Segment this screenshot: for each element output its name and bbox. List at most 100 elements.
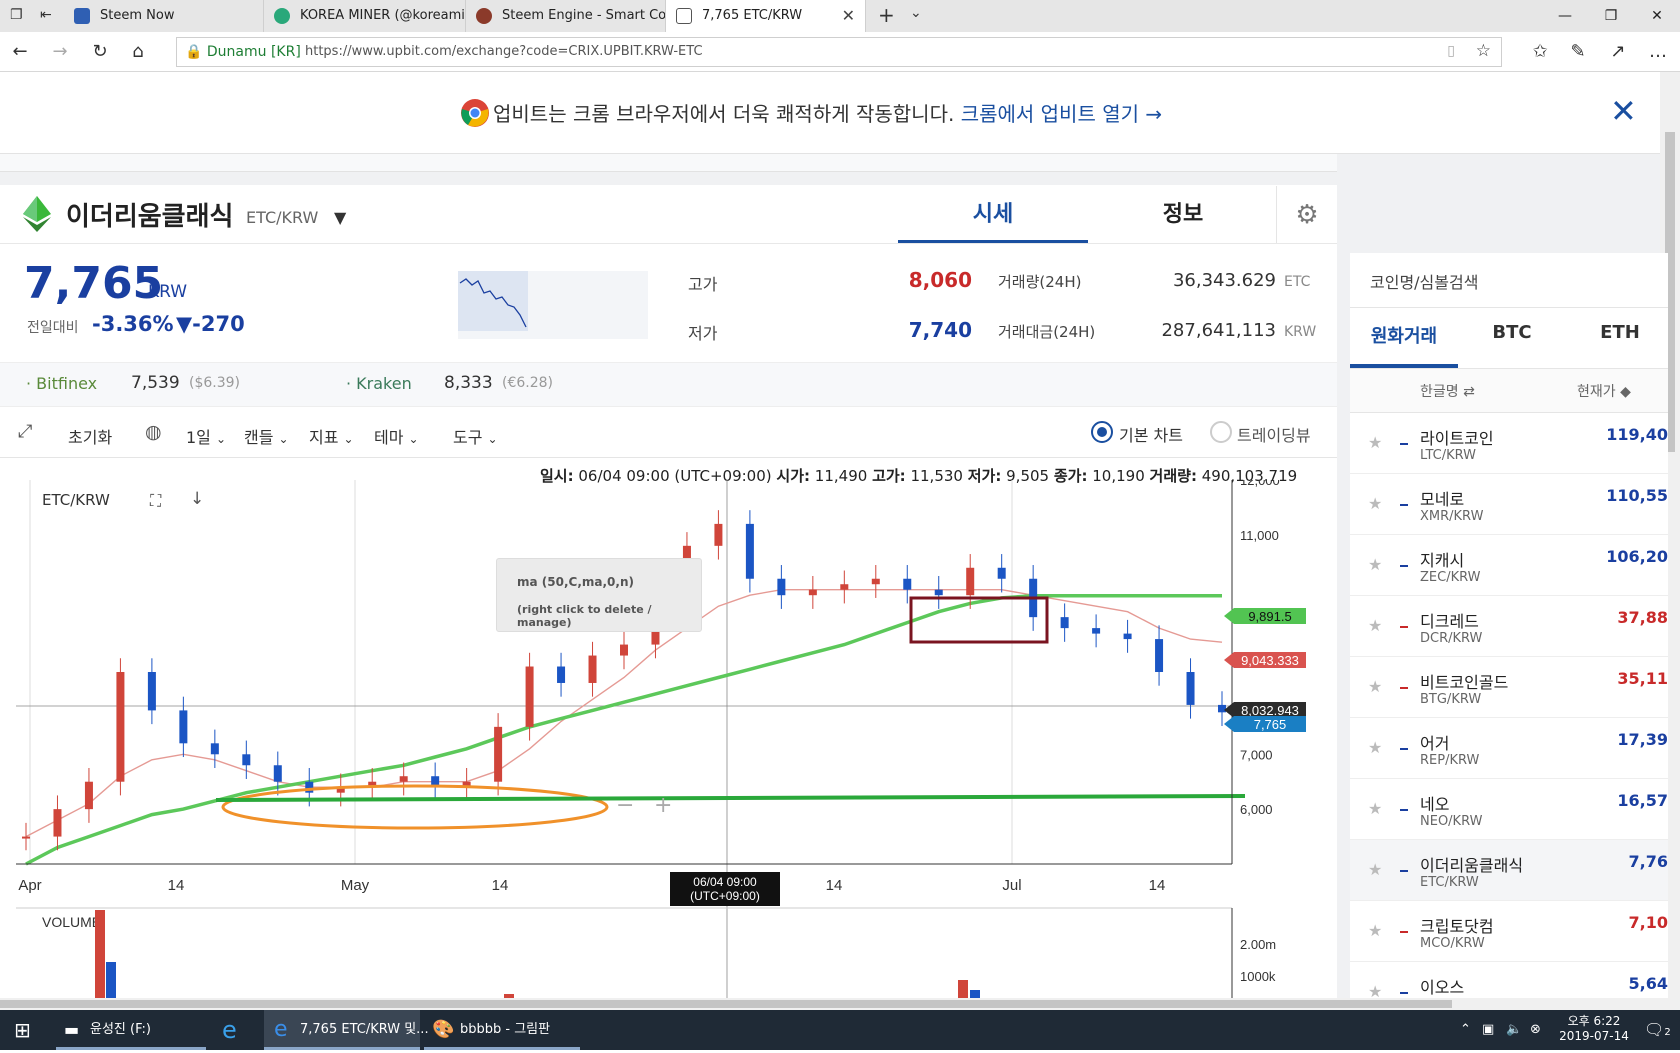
exchange-bitfinex: · Bitfinex [26,374,98,393]
tools-select[interactable]: 도구 ⌄ [453,424,498,448]
coin-row[interactable]: ★ 비트코인골드 BTG/KRW 35,11 [1350,657,1668,718]
ie-icon[interactable]: e [222,1010,237,1050]
coin-search[interactable]: 코인명/심볼검색 [1350,253,1668,308]
basic-chart-radio[interactable] [1091,421,1113,443]
tab-btc-market[interactable]: BTC [1458,322,1566,343]
tab-upbit-etc[interactable]: 7,765 ETC/KRW ✕ [666,0,866,32]
volume-bar [106,962,116,998]
taskbar-edge[interactable]: e 7,765 ETC/KRW 및... [264,1010,429,1050]
basic-chart-label[interactable]: 기본 차트 [1119,422,1183,446]
candle-body [147,672,156,711]
taskbar-paint[interactable]: 🎨 bbbbb - 그림판 [424,1010,580,1050]
site-identity[interactable]: 🔒 Dunamu [KR] [185,38,301,66]
globe-icon[interactable]: ◍ [145,421,162,443]
horizontal-scrollbar[interactable] [0,998,1680,1010]
tray-chevron-icon[interactable]: ⌃ [1460,1010,1471,1050]
minimize-icon[interactable]: — [1542,0,1588,32]
price-tag-label: 9,043.333 [1241,653,1299,668]
favorite-star-icon[interactable]: ★ [1368,616,1382,635]
chevron-down-icon[interactable]: ⌄ [910,5,922,21]
share-icon[interactable]: ↗ [1604,38,1632,66]
taskbar-drive[interactable]: ▬ 윤성진 (F:) [56,1010,206,1050]
download-icon[interactable]: ↓ [190,489,204,509]
volume-24h-unit: ETC [1284,274,1311,290]
favorite-star-icon[interactable]: ★ [1368,799,1382,818]
coin-name: 어거 [1420,734,1450,753]
favorite-star-icon[interactable]: ★ [1368,494,1382,513]
theme-select[interactable]: 테마 ⌄ [374,424,419,448]
address-field[interactable]: 🔒 Dunamu [KR] https://www.upbit.com/exch… [176,37,1502,67]
trend-mark [1400,748,1408,750]
candle-body [273,765,282,782]
candle-body [210,743,219,755]
tab-korea-miner[interactable]: KOREA MINER (@koreamine [264,0,466,32]
candle-body [557,666,566,683]
coin-row[interactable]: ★ 지캐시 ZEC/KRW 106,20 [1350,535,1668,596]
start-windows-icon[interactable]: ⊞ [14,1010,31,1050]
indicator-select[interactable]: 지표 ⌄ [309,424,354,448]
coin-row[interactable]: ★ 라이트코인 LTC/KRW 119,40 [1350,413,1668,474]
home-icon[interactable]: ⌂ [124,38,152,66]
close-tab-icon[interactable]: ✕ [842,0,855,32]
korea-miner-icon [274,8,290,24]
back-icon[interactable]: ← [6,38,34,66]
battery-icon[interactable]: ⊗ [1530,1010,1541,1050]
fullscreen-icon[interactable]: ⤢ [18,421,32,442]
tab-title: Steem Now [100,8,175,23]
reset-button[interactable]: 초기화 [68,424,112,448]
open-in-chrome-link[interactable]: 크롬에서 업비트 열기 → [961,102,1162,126]
favorite-star-icon[interactable]: ☆ [1476,41,1491,61]
expand-chart-icon[interactable]: ⛶ [150,491,161,511]
favorites-icon[interactable]: ✩ [1526,38,1554,66]
coin-dropdown-icon[interactable]: ▼ [334,208,346,227]
tab-price[interactable]: 시세 [898,196,1088,228]
y-tick-label: 12,000 [1240,480,1280,488]
settings-gear-icon[interactable]: ⚙ [1276,186,1337,244]
tab-eth-market[interactable]: ETH [1566,322,1674,343]
more-icon[interactable]: … [1644,38,1672,66]
tab-actions-icon[interactable]: ❐ [10,7,23,23]
coin-row[interactable]: ★ 크립토닷컴 MCO/KRW 7,10 [1350,901,1668,962]
reading-view-icon[interactable]: ▯ [1447,43,1455,59]
favorite-star-icon[interactable]: ★ [1368,921,1382,940]
coin-row[interactable]: ★ 어거 REP/KRW 17,39 [1350,718,1668,779]
favorite-star-icon[interactable]: ★ [1368,860,1382,879]
notification-icon[interactable]: 🗨2 [1644,1010,1671,1050]
tab-steem-now[interactable]: Steem Now [64,0,264,32]
forward-icon[interactable]: → [46,38,74,66]
clock[interactable]: 오후 6:22 2019-07-14 [1554,1012,1634,1043]
coin-symbol: MCO/KRW [1420,936,1485,951]
interval-select[interactable]: 1일 ⌄ [186,424,226,448]
zoom-out-icon: − [616,793,634,818]
window-close-icon[interactable]: ✕ [1634,0,1680,32]
favorite-star-icon[interactable]: ★ [1368,433,1382,452]
edge-icon: e [274,1017,288,1042]
tradingview-radio[interactable] [1210,421,1232,443]
tradingview-label[interactable]: 트레이딩뷰 [1237,422,1311,446]
favorite-star-icon[interactable]: ★ [1368,555,1382,574]
new-tab-icon[interactable]: + [878,3,895,27]
coin-row[interactable]: ★ 이더리움클래식 ETC/KRW 7,76 [1350,840,1668,901]
restore-icon[interactable]: ❐ [1588,0,1634,32]
hscroll-thumb[interactable] [0,1000,1452,1008]
coin-row[interactable]: ★ 네오 NEO/KRW 16,57 [1350,779,1668,840]
close-notice-icon[interactable]: ✕ [1610,92,1637,130]
set-aside-tabs-icon[interactable]: ⇤ [40,7,52,23]
col-name-header[interactable]: 한글명 ⇄ [1420,381,1475,401]
tab-krw-market[interactable]: 원화거래 [1350,322,1458,348]
tab-info[interactable]: 정보 [1088,196,1278,228]
coin-row[interactable]: ★ 모네로 XMR/KRW 110,55 [1350,474,1668,535]
col-price-header[interactable]: 현재가 ◆ [1577,381,1631,401]
refresh-icon[interactable]: ↻ [86,38,114,66]
volume-icon[interactable]: 🔈 [1506,1010,1522,1050]
pen-icon[interactable]: ✎ [1564,38,1592,66]
volume-24h-value: 36,343.629 [1172,270,1276,291]
network-icon[interactable]: ▣ [1482,1010,1494,1050]
favorite-star-icon[interactable]: ★ [1368,677,1382,696]
favorite-star-icon[interactable]: ★ [1368,738,1382,757]
tab-steem-engine[interactable]: Steem Engine - Smart Contr [466,0,666,32]
coin-row[interactable]: ★ 디크레드 DCR/KRW 37,88 [1350,596,1668,657]
clock-time: 오후 6:22 [1567,1014,1621,1028]
steem-engine-icon [476,8,492,24]
candle-select[interactable]: 캔들 ⌄ [244,424,289,448]
